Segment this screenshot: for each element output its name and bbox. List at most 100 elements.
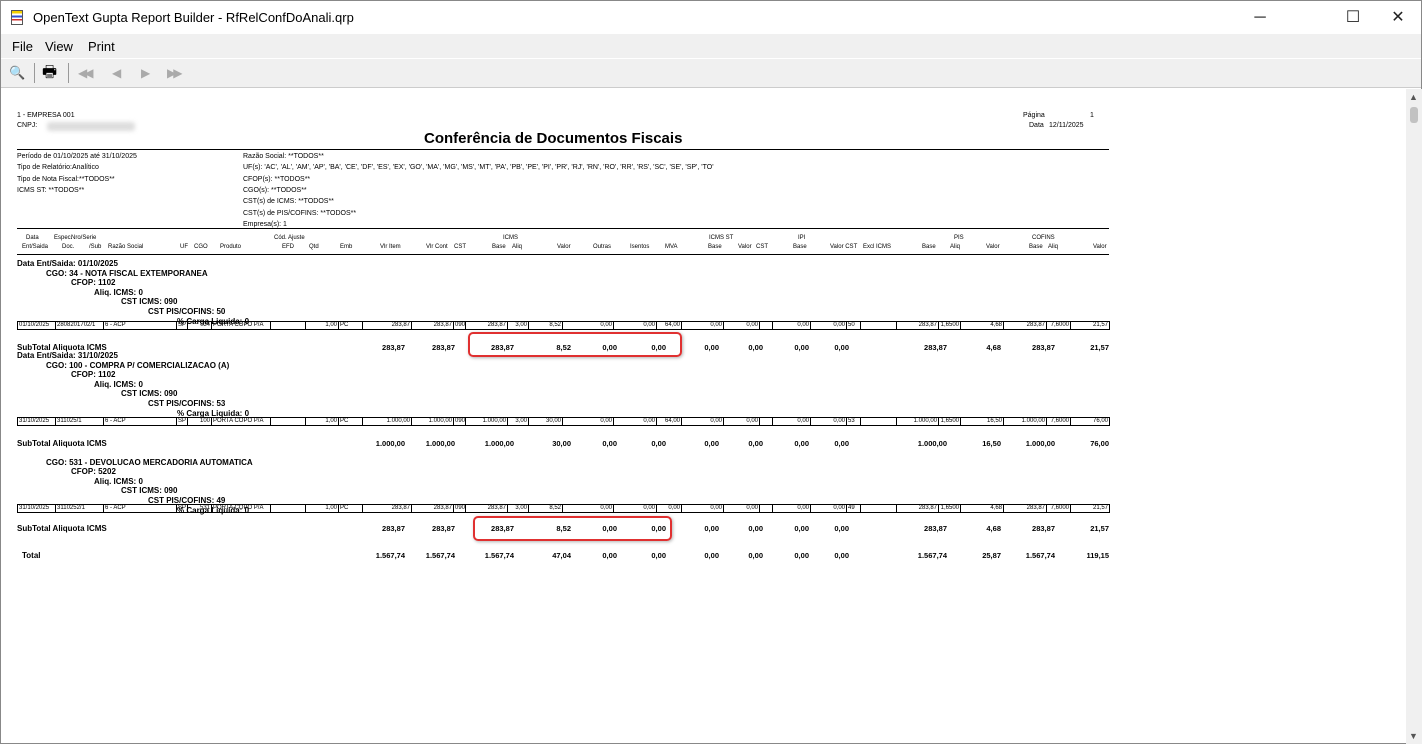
table-cell: 3,00 — [507, 321, 529, 330]
subtotal-value: 21,57 — [1090, 343, 1109, 352]
scroll-thumb[interactable] — [1410, 107, 1418, 123]
table-cell: 1,00 — [305, 417, 339, 426]
subtotal-value: 1.000,00 — [484, 439, 514, 448]
table-cell: 76,00 — [1070, 417, 1110, 426]
subtotal-value: 283,87 — [1032, 343, 1055, 352]
table-row: 31/10/2025 3110252/1 6 - ACP SP 531 PORTA COP… — [1, 504, 1111, 514]
column-header: MVA — [665, 244, 678, 250]
table-cell: 283,87 — [362, 504, 412, 513]
table-cell: 0,00 — [772, 504, 811, 513]
table-cell: 0,00 — [810, 417, 847, 426]
table-cell: 16,50 — [960, 417, 1004, 426]
close-button[interactable]: ✕ — [1375, 1, 1421, 34]
table-cell: 7,6000 — [1046, 417, 1071, 426]
table-cell: 1,6500 — [938, 321, 961, 330]
scroll-up-icon[interactable]: ▲ — [1409, 92, 1418, 102]
column-header: Valor — [557, 244, 571, 250]
column-header: Data — [26, 235, 39, 241]
table-cell: 0,00 — [562, 504, 614, 513]
group-header-aliq: Aliq. ICMS: 0 — [94, 476, 143, 486]
column-header: Base — [922, 244, 936, 250]
maximize-button[interactable]: ☐ — [1330, 1, 1376, 34]
table-cell — [759, 321, 773, 330]
table-cell: 4,68 — [960, 504, 1004, 513]
filter-text: CST(s) de ICMS: **TODOS** — [243, 198, 334, 206]
subtotal-value: 0,00 — [704, 439, 719, 448]
table-cell: 0,00 — [613, 321, 657, 330]
first-page-icon[interactable]: ◀◀ — [78, 64, 94, 82]
menu-bar: File View Print — [1, 34, 1421, 58]
total-value: 1.567,74 — [1025, 551, 1055, 560]
menu-file[interactable]: File — [12, 39, 33, 54]
minimize-button[interactable]: ─ — [1237, 1, 1283, 34]
table-cell — [270, 504, 306, 513]
table-cell: 34 — [187, 321, 212, 330]
subtotal-value: 30,00 — [552, 439, 571, 448]
total-value: 1.567,74 — [917, 551, 947, 560]
subtotal-value: 283,87 — [432, 343, 455, 352]
toolbar: 🔍 🖶 ◀◀ ◀ ▶ ▶▶ — [1, 59, 1421, 88]
total-value: 119,15 — [1086, 551, 1109, 560]
table-cell: 0,00 — [656, 504, 682, 513]
total-value: 0,00 — [834, 551, 849, 560]
table-cell: 1,00 — [305, 504, 339, 513]
total-value: 0,00 — [602, 551, 617, 560]
table-cell: 6 - ACP — [103, 504, 177, 513]
table-cell: 01/10/2025 — [17, 321, 56, 330]
table-cell — [860, 504, 897, 513]
last-page-icon[interactable]: ▶▶ — [167, 64, 183, 82]
table-cell: 1.000,00 — [465, 417, 508, 426]
table-cell: 0,00 — [772, 417, 811, 426]
subtotal-value: 21,57 — [1090, 524, 1109, 533]
subtotal-value: 0,00 — [651, 524, 666, 533]
subtotal-value: 1.000,00 — [425, 439, 455, 448]
column-header: Excl ICMS — [863, 244, 892, 250]
subtotal-value: 283,87 — [382, 524, 405, 533]
group-header-cst-icms: CST ICMS: 090 — [121, 486, 178, 496]
table-cell: PC — [338, 417, 363, 426]
table-cell: 531 — [187, 504, 212, 513]
table-cell: 7,6000 — [1046, 504, 1071, 513]
subtotal-value: 0,00 — [704, 343, 719, 352]
subtotal-value: 0,00 — [748, 343, 763, 352]
table-cell: 283,87 — [896, 504, 939, 513]
subtotal-value: 283,87 — [432, 524, 455, 533]
report-page: 1 - EMPRESA 001 CNPJ: Página 1 Data 12/1… — [1, 1, 1406, 745]
table-cell: 21,57 — [1070, 504, 1110, 513]
table-cell: 0,00 — [723, 321, 760, 330]
scroll-down-icon[interactable]: ▼ — [1409, 731, 1418, 741]
group-header-cgo: CGO: 100 - COMPRA P/ COMERCIALIZACAO (A) — [46, 360, 230, 370]
column-header: Emb — [340, 244, 353, 250]
table-cell: 1,6500 — [938, 504, 961, 513]
app-icon — [11, 10, 23, 25]
page-number: 1 — [1090, 112, 1094, 119]
table-cell: 1,00 — [305, 321, 339, 330]
column-header: Isentos — [630, 244, 650, 250]
table-cell — [759, 417, 773, 426]
subtotal-value: 4,68 — [986, 343, 1001, 352]
report-date: 12/11/2025 — [1049, 122, 1084, 129]
subtotal-value: 283,87 — [491, 524, 514, 533]
table-cell: 283,87 — [411, 504, 454, 513]
menu-view[interactable]: View — [45, 39, 73, 54]
printer-icon[interactable]: 🖶 — [42, 64, 57, 82]
date-group-header: Data Ent/Saida: 01/10/2025 — [17, 259, 118, 268]
table-cell: 7,6000 — [1046, 321, 1071, 330]
subtotal-value: 0,00 — [794, 439, 809, 448]
table-cell — [270, 321, 306, 330]
subtotal-value: 16,50 — [982, 439, 1001, 448]
highlight-box — [473, 516, 672, 541]
column-header: Base — [1029, 244, 1043, 250]
subtotal-value: 283,87 — [382, 343, 405, 352]
filter-text: CGO(s): **TODOS** — [243, 186, 307, 194]
vertical-scrollbar[interactable]: ▲ ▼ — [1406, 89, 1422, 744]
subtotal-value: 4,68 — [986, 524, 1001, 533]
divider — [17, 228, 1109, 229]
column-group-header: PIS — [954, 235, 964, 241]
total-value: 1.567,74 — [484, 551, 514, 560]
next-page-icon[interactable]: ▶ — [141, 64, 150, 82]
menu-print[interactable]: Print — [88, 39, 115, 54]
previous-page-icon[interactable]: ◀ — [112, 64, 121, 82]
column-header: Vlr Item — [380, 244, 401, 250]
print-preview-icon[interactable]: 🔍 — [9, 64, 25, 82]
